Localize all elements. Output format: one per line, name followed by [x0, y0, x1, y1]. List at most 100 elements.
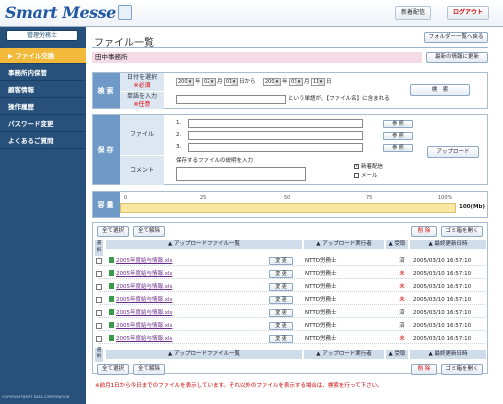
updated-at: 2005/03/10 16:57:10 — [413, 336, 472, 342]
change-button[interactable]: 変 更 — [269, 270, 293, 278]
list-note: ※前月1日から今日までのファイルを表示しています。それ以外のファイルを表示する場… — [95, 383, 383, 389]
file-link[interactable]: 2005年度給与情報.xls — [109, 335, 172, 344]
file-link[interactable]: 2005年度給与情報.xls — [109, 309, 172, 318]
row-checkbox[interactable] — [96, 310, 102, 316]
notify-mail-option: メール — [354, 172, 378, 180]
row-checkbox[interactable] — [96, 271, 102, 277]
file-name: 2005年度給与情報.xls — [116, 271, 173, 277]
row-checkbox[interactable] — [96, 323, 102, 329]
sidebar-item-label: ファイル交換 — [15, 52, 55, 60]
search-label: 検索 — [93, 73, 120, 108]
notify-new-checkbox[interactable]: ✓ — [354, 163, 359, 169]
file-num-3: 3. — [176, 144, 182, 150]
col-recv-footer: ▲ 受取 — [386, 350, 408, 359]
logout-button[interactable]: ログアウト — [447, 6, 490, 20]
search-word-input[interactable] — [176, 95, 286, 104]
new-delivery-button[interactable]: 新着配信 — [395, 6, 432, 20]
search-button[interactable]: 検 索 — [410, 84, 470, 96]
col-user-label: アップロード実行者 — [322, 241, 372, 247]
col-date-footer: ▲ 最終更新日時 — [410, 350, 486, 359]
from-suffix: 日から — [239, 79, 256, 85]
capacity-bar — [120, 203, 456, 213]
refresh-button[interactable]: 最新の情報に更新 — [426, 52, 488, 63]
logo-text: Smart Messe — [5, 3, 116, 22]
delete-button[interactable]: 削 除 — [411, 226, 437, 237]
row-checkbox[interactable] — [96, 258, 102, 264]
col-file-footer: ▲ アップロードファイル一覧 — [106, 350, 302, 359]
month-unit: 月 — [304, 79, 310, 85]
change-button[interactable]: 変 更 — [269, 296, 293, 304]
sidebar-item-password[interactable]: パスワード変更 — [0, 116, 86, 132]
row-checkbox[interactable] — [96, 336, 102, 342]
file-input-2[interactable] — [188, 131, 363, 140]
col-file-label: アップロードファイル一覧 — [173, 241, 240, 247]
delete-button-bottom[interactable]: 削 除 — [411, 364, 437, 375]
sidebar-item-office-storage[interactable]: 事務所内保管 — [0, 65, 86, 81]
change-button[interactable]: 変 更 — [269, 257, 293, 265]
col-select-header: 選択 — [95, 240, 103, 256]
col-date-label: 最終更新日時 — [434, 241, 468, 247]
col-recv-label: 受取 — [394, 241, 406, 247]
comment-label: コメント — [120, 156, 164, 185]
file-name: 2005年度給与情報.xls — [116, 258, 173, 264]
file-link[interactable]: 2005年度給与情報.xls — [109, 322, 172, 331]
excel-file-icon — [109, 309, 114, 315]
capacity-value: 100(Mb) — [459, 204, 485, 210]
to-day-select[interactable]: 11 — [311, 78, 325, 86]
notify-mail-checkbox[interactable] — [354, 173, 359, 178]
file-link[interactable]: 2005年度給与情報.xls — [109, 270, 172, 279]
col-recv-header: ▲ 受取 — [386, 240, 408, 249]
file-link[interactable]: 2005年度給与情報.xls — [109, 257, 172, 266]
sidebar-item-file-exchange[interactable]: ▶ ファイル交換 — [0, 48, 86, 64]
file-link[interactable]: 2005年度給与情報.xls — [109, 283, 172, 292]
row-checkbox[interactable] — [96, 284, 102, 290]
sidebar-item-history[interactable]: 操作履歴 — [0, 99, 86, 115]
browse-button-1[interactable]: 参 照 — [383, 120, 413, 128]
from-month-select[interactable]: 02 — [202, 78, 216, 86]
table-row: 2005年度給与情報.xls 変 更 NTTD労務士 未 2005/03/10 16:5… — [96, 283, 485, 292]
back-to-folders-button[interactable]: フォルダー一覧へ戻る — [424, 32, 488, 43]
col-date-label: 最終更新日時 — [434, 351, 468, 357]
file-input-1[interactable] — [188, 119, 363, 128]
capacity-label: 容量 — [93, 192, 120, 217]
updated-at: 2005/03/10 16:57:10 — [413, 323, 472, 329]
change-button[interactable]: 変 更 — [269, 322, 293, 330]
open-trash-button[interactable]: ゴミ箱を開く — [441, 226, 483, 237]
updated-at: 2005/03/10 16:57:10 — [413, 297, 472, 303]
change-button[interactable]: 変 更 — [269, 283, 293, 291]
change-button[interactable]: 変 更 — [269, 309, 293, 317]
file-link[interactable]: 2005年度給与情報.xls — [109, 296, 172, 305]
upload-button[interactable]: アップロード — [427, 146, 479, 158]
col-file-label: アップロードファイル一覧 — [173, 351, 240, 357]
tick-75: 75 — [366, 195, 373, 201]
sidebar-item-customer-info[interactable]: 顧客情報 — [0, 82, 86, 98]
deselect-all-button-bottom[interactable]: 全て解除 — [133, 364, 165, 375]
sidebar-item-faq[interactable]: よくあるご質問 — [0, 133, 86, 149]
from-year-select[interactable]: 2005 — [176, 78, 194, 86]
browse-button-2[interactable]: 参 照 — [383, 132, 413, 140]
change-button[interactable]: 変 更 — [269, 335, 293, 343]
received-status: 済 — [399, 310, 405, 316]
select-all-button-bottom[interactable]: 全て選択 — [97, 364, 129, 375]
select-all-button[interactable]: 全て選択 — [97, 226, 129, 237]
tick-25: 25 — [200, 195, 207, 201]
browse-button-3[interactable]: 参 照 — [383, 144, 413, 152]
excel-file-icon — [109, 283, 114, 289]
comment-textarea[interactable] — [176, 167, 306, 181]
date-label: 日付を選択 ※必須 — [120, 73, 164, 91]
optional-note: ※任意 — [133, 101, 151, 108]
file-input-3[interactable] — [188, 143, 363, 152]
deselect-all-button[interactable]: 全て解除 — [133, 226, 165, 237]
excel-file-icon — [109, 335, 114, 341]
received-status: 未 — [399, 336, 405, 342]
updated-at: 2005/03/10 16:57:10 — [413, 271, 472, 277]
logo: Smart Messe — [5, 3, 132, 22]
excel-file-icon — [109, 257, 114, 263]
row-checkbox[interactable] — [96, 297, 102, 303]
from-day-select[interactable]: 01 — [224, 78, 238, 86]
table-row: 2005年度給与情報.xls 変 更 NTTD労務士 済 2005/03/10 16:5… — [96, 322, 485, 331]
open-trash-button-bottom[interactable]: ゴミ箱を開く — [441, 364, 483, 375]
to-month-select[interactable]: 03 — [289, 78, 303, 86]
to-year-select[interactable]: 2005 — [263, 78, 281, 86]
table-row: 2005年度給与情報.xls 変 更 NTTD労務士 済 2005/03/10 16:5… — [96, 257, 485, 266]
